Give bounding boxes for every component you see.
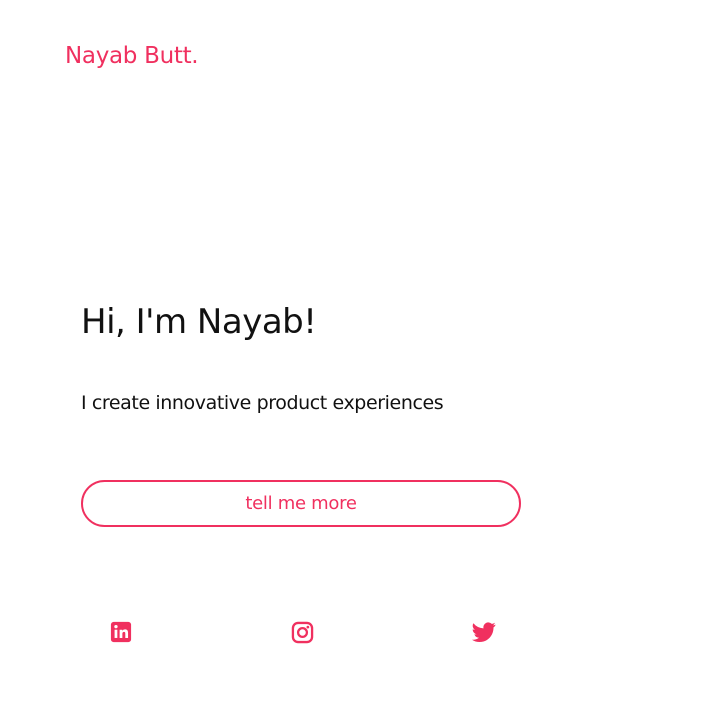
twitter-icon — [472, 622, 496, 642]
twitter-link[interactable] — [471, 619, 497, 645]
tell-me-more-button[interactable]: tell me more — [81, 480, 521, 527]
linkedin-link[interactable] — [108, 619, 134, 645]
instagram-link[interactable] — [289, 619, 315, 645]
linkedin-icon — [110, 621, 132, 643]
page: Nayab Butt. Hi, I'm Nayab! I create inno… — [0, 0, 714, 714]
hero-headline: Hi, I'm Nayab! — [81, 302, 317, 342]
brand-logo[interactable]: Nayab Butt. — [65, 41, 199, 71]
hero-tagline: I create innovative product experiences — [81, 392, 444, 414]
instagram-icon — [291, 621, 313, 643]
